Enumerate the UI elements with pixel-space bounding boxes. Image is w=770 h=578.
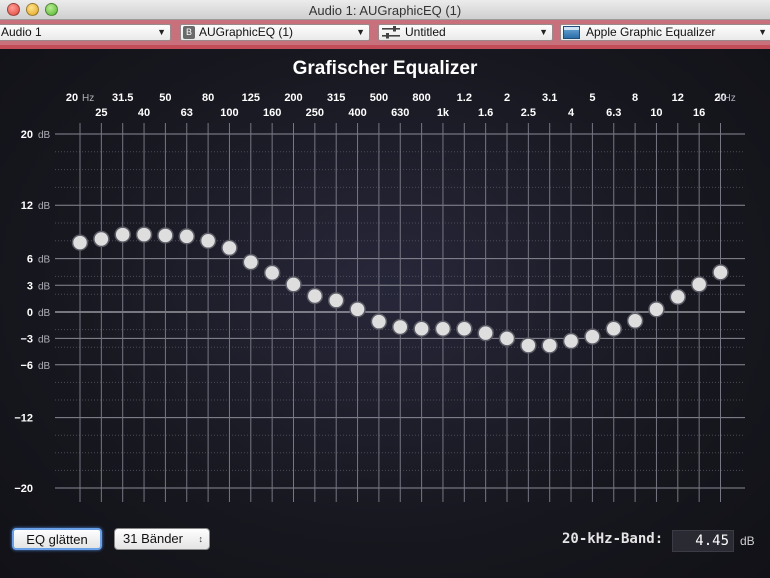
- y-axis-tick-label: 3: [27, 280, 33, 292]
- band-gain-knob[interactable]: [178, 228, 195, 245]
- band-gain-knob[interactable]: [648, 301, 665, 318]
- hz-unit-label: Hz: [82, 93, 94, 104]
- y-axis-tick-label: 12: [21, 200, 33, 212]
- y-axis-unit-label: dB: [38, 201, 51, 212]
- frequency-label: 100: [220, 107, 238, 119]
- frequency-label: 80: [202, 92, 214, 104]
- frequency-label: 10: [650, 107, 662, 119]
- frequency-label: 6.3: [606, 107, 621, 119]
- frequency-label: 1k: [437, 107, 450, 119]
- frequency-label: 40: [138, 107, 150, 119]
- selected-band-label: 20-kHz-Band:: [562, 531, 664, 547]
- band-gain-knob[interactable]: [263, 264, 281, 282]
- y-axis-tick-label: 0: [27, 307, 33, 319]
- frequency-label: 1.2: [457, 92, 472, 104]
- band-gain-knob[interactable]: [541, 337, 558, 354]
- frequency-label: 2.5: [521, 107, 536, 119]
- band-gain-knob[interactable]: [669, 288, 687, 306]
- y-axis-unit-label: dB: [38, 130, 51, 141]
- band-gain-knob[interactable]: [306, 287, 324, 305]
- band-gain-knob[interactable]: [626, 312, 644, 330]
- frequency-label: 8: [632, 92, 638, 104]
- band-gain-knob[interactable]: [584, 328, 601, 345]
- band-gain-knob[interactable]: [370, 313, 388, 330]
- frequency-label: 63: [181, 107, 193, 119]
- band-gain-knob[interactable]: [327, 292, 345, 309]
- band-gain-knob[interactable]: [114, 226, 131, 243]
- band-gain-knob[interactable]: [242, 253, 260, 271]
- frequency-label: 5: [589, 92, 595, 104]
- frequency-label: 630: [391, 107, 409, 119]
- frequency-label: 500: [370, 92, 388, 104]
- frequency-label: 800: [412, 92, 430, 104]
- frequency-label: 3.1: [542, 92, 557, 104]
- band-count-label: 31 Bänder: [123, 531, 183, 546]
- frequency-label: 125: [242, 92, 260, 104]
- band-gain-knob[interactable]: [199, 232, 217, 250]
- frequency-label: 200: [284, 92, 302, 104]
- y-axis-unit-label: dB: [38, 334, 51, 345]
- y-axis-tick-label: 6: [27, 254, 33, 266]
- band-gain-knob[interactable]: [456, 320, 473, 337]
- up-down-arrows-icon: ↕: [198, 534, 204, 544]
- band-count-select[interactable]: 31 Bänder ↕: [114, 528, 210, 550]
- y-axis-tick-label: −3: [20, 333, 33, 345]
- frequency-label: 12: [672, 92, 684, 104]
- band-gain-knob[interactable]: [71, 234, 89, 251]
- frequency-label: 160: [263, 107, 281, 119]
- band-gain-knob[interactable]: [605, 320, 622, 337]
- band-gain-knob[interactable]: [157, 227, 174, 244]
- frequency-label: 250: [306, 107, 324, 119]
- y-axis-unit-label: dB: [38, 308, 51, 319]
- frequency-label: 4: [568, 107, 575, 119]
- band-gain-knob[interactable]: [349, 301, 366, 318]
- band-gain-knob[interactable]: [93, 230, 110, 248]
- band-gain-knob[interactable]: [392, 318, 409, 336]
- frequency-label: 31.5: [112, 92, 133, 104]
- band-gain-knob[interactable]: [477, 324, 494, 342]
- band-gain-knob[interactable]: [285, 276, 302, 293]
- band-gain-knob[interactable]: [413, 320, 430, 337]
- frequency-label: 400: [348, 107, 366, 119]
- y-axis-tick-label: 20: [21, 129, 33, 141]
- frequency-label: 25: [95, 107, 107, 119]
- band-gain-knob[interactable]: [712, 264, 729, 281]
- frequency-label: 315: [327, 92, 345, 104]
- frequency-label: 16: [693, 107, 705, 119]
- band-gain-knob[interactable]: [135, 226, 153, 243]
- selected-band-gain-field[interactable]: 4.45: [672, 530, 734, 552]
- frequency-label: 50: [159, 92, 171, 104]
- y-axis-unit-label: dB: [38, 281, 51, 292]
- y-axis-tick-label: −6: [20, 360, 33, 372]
- y-axis-unit-label: dB: [38, 255, 51, 266]
- smooth-eq-button[interactable]: EQ glätten: [12, 528, 102, 550]
- frequency-label: 1.6: [478, 107, 493, 119]
- y-axis-tick-label: −20: [14, 483, 33, 495]
- frequency-label: 2: [504, 92, 510, 104]
- selected-band-unit: dB: [740, 534, 755, 548]
- band-gain-knob[interactable]: [520, 337, 537, 354]
- band-gain-knob[interactable]: [690, 276, 708, 293]
- y-axis-tick-label: −12: [14, 413, 33, 425]
- band-gain-knob[interactable]: [221, 239, 238, 257]
- khz-unit-label: kHz: [719, 93, 736, 104]
- band-gain-knob[interactable]: [434, 320, 452, 337]
- equalizer-graph: 20 dB 12 dB 6 dB 3 dB 0 dB −3 dB −6 dB −12 −20 20 31.5 50 8…: [14, 92, 745, 502]
- y-axis-unit-label: dB: [38, 361, 51, 372]
- band-gain-knob[interactable]: [562, 332, 580, 350]
- frequency-label: 20: [66, 92, 78, 104]
- band-gain-knob[interactable]: [498, 330, 516, 347]
